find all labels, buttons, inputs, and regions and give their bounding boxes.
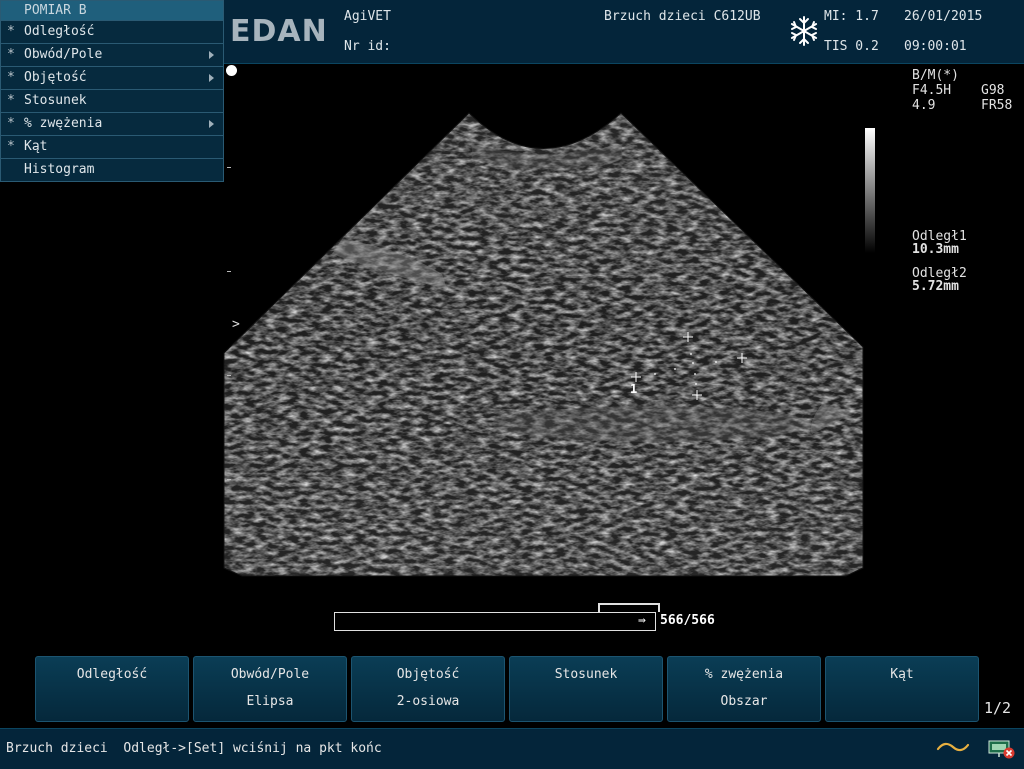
softkey-label: Odległość <box>76 667 148 682</box>
menu-item-ratio[interactable]: * Stosunek <box>1 89 223 112</box>
wave-icon <box>936 742 970 752</box>
network-error-icon <box>988 740 1015 759</box>
status-message: Brzuch dzieci Odległ->[Set] wciśnij na p… <box>6 741 382 756</box>
focus-marker-icon: > <box>232 317 240 332</box>
cine-progress-bar[interactable] <box>334 612 656 631</box>
softkey-stenosis[interactable]: % zwężenia Obszar <box>667 656 821 722</box>
frame-rate: FR58 <box>981 98 1013 113</box>
depth-tick <box>227 167 231 168</box>
mechanical-index: MI: 1.7 <box>824 9 879 24</box>
asterisk-icon: * <box>7 116 15 131</box>
softkey-label: % zwężenia <box>704 667 784 682</box>
menu-item-volume[interactable]: * Objętość <box>1 66 223 89</box>
grayscale-bar <box>865 128 875 253</box>
asterisk-icon: * <box>7 139 15 154</box>
softkey-label: Obwód/Pole <box>230 667 310 682</box>
softkey-sublabel: Obszar <box>720 694 768 709</box>
softkey-angle[interactable]: Kąt <box>825 656 979 722</box>
menu-title: POMIAR B <box>1 1 223 20</box>
status-bar: Brzuch dzieci Odległ->[Set] wciśnij na p… <box>0 728 1024 769</box>
depth-value: 4.9 <box>912 98 936 113</box>
softkey-label: Objętość <box>396 667 460 682</box>
menu-item-label: % zwężenia <box>24 116 103 131</box>
asterisk-icon: * <box>7 24 15 39</box>
cine-range-bracket[interactable] <box>598 603 660 612</box>
ultrasound-image[interactable] <box>222 64 882 584</box>
ultrasound-image-area[interactable]: > 1 <box>222 64 882 584</box>
thermal-index: TIS 0.2 <box>824 39 879 54</box>
softkey-label: Stosunek <box>554 667 618 682</box>
cine-play-arrow-icon: ⇛ <box>638 613 646 628</box>
softkey-distance[interactable]: Odległość <box>35 656 189 722</box>
measurement-1-value: 10.3mm <box>912 242 959 257</box>
menu-item-circumference-area[interactable]: * Obwód/Pole <box>1 43 223 66</box>
softkey-sublabel: Elipsa <box>246 694 294 709</box>
patient-id-label: Nr id: <box>344 39 391 54</box>
softkey-volume[interactable]: Objętość 2-osiowa <box>351 656 505 722</box>
softkey-ratio[interactable]: Stosunek <box>509 656 663 722</box>
probe-frequency: F4.5H <box>912 83 952 98</box>
gain-value: G98 <box>981 83 1005 98</box>
softkey-sublabel: 2-osiowa <box>396 694 460 709</box>
institution-name: AgiVET <box>344 9 391 24</box>
menu-item-distance[interactable]: * Odległość <box>1 20 223 43</box>
exam-preset: Brzuch dzieci C612UB <box>604 9 761 24</box>
menu-item-label: Objętość <box>24 70 87 85</box>
softkey-label: Kąt <box>890 667 914 682</box>
cine-frame-counter: 566/566 <box>660 613 715 628</box>
submenu-arrow-icon <box>209 51 214 59</box>
menu-item-histogram[interactable]: Histogram <box>1 158 223 181</box>
submenu-arrow-icon <box>209 120 214 128</box>
menu-item-label: Histogram <box>24 162 95 177</box>
depth-tick <box>227 479 231 480</box>
probe-orientation-marker <box>226 65 237 76</box>
asterisk-icon: * <box>7 47 15 62</box>
softkey-page-indicator[interactable]: 1/2 <box>984 699 1011 717</box>
asterisk-icon: * <box>7 93 15 108</box>
edan-logo: EDAN <box>230 14 328 49</box>
menu-item-label: Stosunek <box>24 93 87 108</box>
exam-date: 26/01/2015 <box>904 9 983 24</box>
measurement-menu: POMIAR B * Odległość * Obwód/Pole * Obję… <box>0 0 224 182</box>
snowflake-icon <box>790 16 818 46</box>
menu-item-angle[interactable]: * Kąt <box>1 135 223 158</box>
depth-tick <box>227 375 231 376</box>
softkey-circumference-area[interactable]: Obwód/Pole Elipsa <box>193 656 347 722</box>
submenu-arrow-icon <box>209 74 214 82</box>
imaging-mode: B/M(*) <box>912 68 959 83</box>
menu-item-label: Obwód/Pole <box>24 47 103 62</box>
exam-time: 09:00:01 <box>904 39 967 54</box>
caliper-label: 1 <box>630 382 638 396</box>
menu-item-stenosis[interactable]: * % zwężenia <box>1 112 223 135</box>
menu-item-label: Kąt <box>24 139 48 154</box>
measurement-2-value: 5.72mm <box>912 279 959 294</box>
depth-tick <box>227 271 231 272</box>
asterisk-icon: * <box>7 70 15 85</box>
menu-item-label: Odległość <box>24 24 95 39</box>
